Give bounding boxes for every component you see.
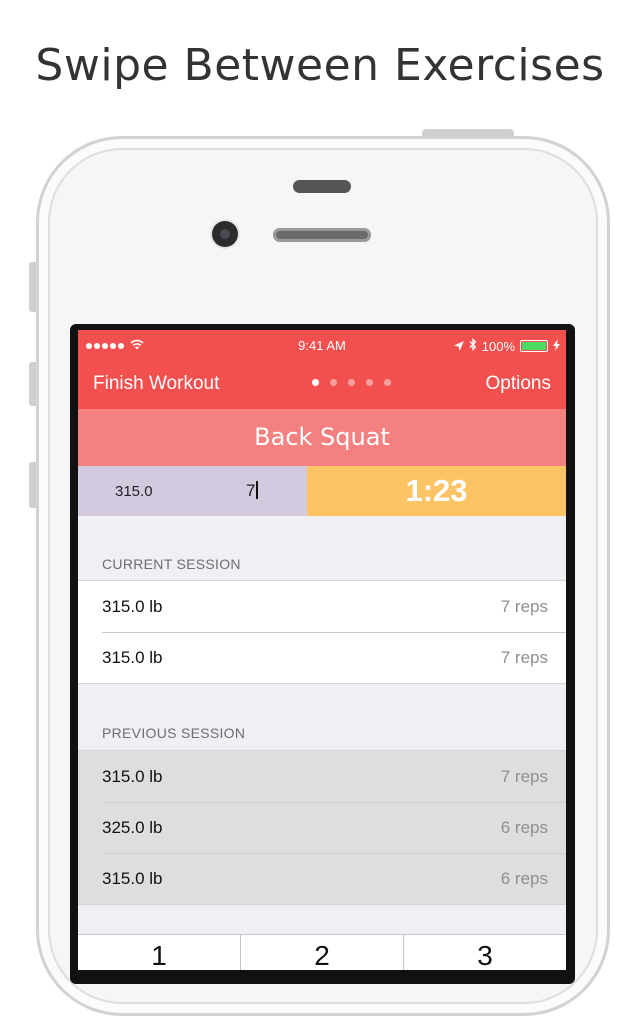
page-indicator[interactable]: [312, 379, 391, 386]
battery-percent: 100%: [481, 338, 515, 354]
set-weight: 325.0 lb: [102, 817, 163, 837]
previous-session-header: PREVIOUS SESSION: [102, 725, 246, 741]
set-weight: 315.0 lb: [102, 647, 163, 667]
text-caret: [256, 481, 259, 499]
status-right: 100%: [453, 337, 560, 354]
finish-workout-button[interactable]: Finish Workout: [93, 373, 219, 395]
current-session-header: CURRENT SESSION: [102, 556, 241, 572]
keypad-key-1[interactable]: 1: [78, 935, 241, 970]
list-item[interactable]: 325.0 lb 6 reps: [78, 802, 566, 853]
set-weight: 315.0 lb: [102, 596, 163, 616]
front-camera-icon: [212, 221, 238, 247]
page-dot[interactable]: [348, 379, 355, 386]
set-reps: 7 reps: [500, 596, 548, 616]
location-arrow-icon: [453, 339, 464, 354]
weight-input[interactable]: 315.0: [115, 483, 153, 500]
page-dot[interactable]: [366, 379, 373, 386]
set-entry-row: 315.0 7 1:23: [78, 466, 566, 516]
list-item[interactable]: 315.0 lb 6 reps: [78, 853, 566, 904]
rest-timer[interactable]: 1:23: [307, 466, 566, 516]
set-reps: 6 reps: [500, 817, 548, 837]
app-screen: 9:41 AM 100% Finish Workout Options Back…: [78, 330, 566, 970]
current-session-list: 315.0 lb 7 reps 315.0 lb 7 reps: [78, 580, 566, 684]
bluetooth-icon: [469, 337, 477, 354]
earpiece-speaker: [273, 228, 371, 242]
reps-input[interactable]: 7: [246, 481, 259, 501]
list-item[interactable]: 315.0 lb 7 reps: [78, 632, 566, 683]
keypad-key-2[interactable]: 2: [241, 935, 404, 970]
page-dot[interactable]: [384, 379, 391, 386]
previous-session-list: 315.0 lb 7 reps 325.0 lb 6 reps 315.0 lb…: [78, 750, 566, 905]
set-reps: 6 reps: [500, 868, 548, 888]
set-weight: 315.0 lb: [102, 868, 163, 888]
set-weight: 315.0 lb: [102, 766, 163, 786]
number-keypad: 1 2 3: [78, 934, 566, 970]
battery-icon: [520, 340, 548, 352]
reps-input-value: 7: [246, 481, 256, 500]
set-reps: 7 reps: [500, 766, 548, 786]
navigation-bar: 9:41 AM 100% Finish Workout Options: [78, 330, 566, 409]
list-item[interactable]: 315.0 lb 7 reps: [78, 751, 566, 802]
exercise-title: Back Squat: [78, 409, 566, 466]
list-item[interactable]: 315.0 lb 7 reps: [78, 581, 566, 632]
charging-bolt-icon: [553, 338, 560, 354]
page-dot[interactable]: [330, 379, 337, 386]
page-dot[interactable]: [312, 379, 319, 386]
set-reps: 7 reps: [500, 647, 548, 667]
set-entry-fields: 315.0 7: [78, 466, 307, 516]
options-button[interactable]: Options: [486, 373, 551, 395]
headline: Swipe Between Exercises: [35, 40, 605, 91]
proximity-sensor: [293, 180, 351, 193]
keypad-key-3[interactable]: 3: [404, 935, 566, 970]
